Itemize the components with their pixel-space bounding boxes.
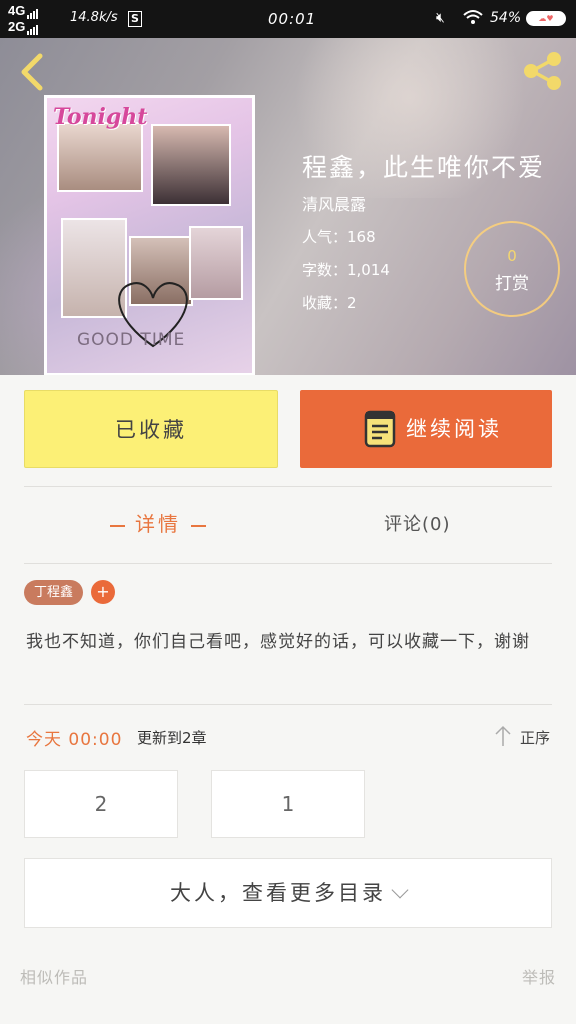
- report-button[interactable]: 举报: [522, 964, 556, 988]
- more-catalog-label: 大人，查看更多目录: [170, 881, 386, 905]
- book-cover[interactable]: Tonight GOOD TIME: [44, 95, 255, 375]
- network-speed: 14.8k/s: [70, 10, 118, 25]
- book-title: 程鑫，此生唯你不爱: [302, 153, 546, 182]
- divider: [24, 563, 552, 564]
- cover-photo: [151, 124, 231, 206]
- chevron-left-icon: [21, 53, 43, 91]
- status-bar: 4G 2G 14.8k/s S 00:01 🔇︎ 54% ☁︎♥︎: [0, 0, 576, 38]
- word-count-stat: 字数：1,014: [302, 261, 390, 279]
- tab-indicator: [110, 524, 125, 527]
- book-author[interactable]: 清风晨露: [302, 191, 366, 215]
- back-button[interactable]: [14, 52, 48, 92]
- tab-detail[interactable]: 详情: [100, 508, 216, 537]
- network-4g-label: 4G: [8, 3, 26, 18]
- continue-reading-button[interactable]: 继续阅读: [300, 390, 552, 468]
- tab-comments[interactable]: 评论(0): [384, 510, 451, 536]
- network-indicator: 4G 2G: [8, 3, 39, 35]
- tip-count: 0: [507, 247, 517, 265]
- battery-level: 54%: [490, 10, 522, 26]
- book-description: 我也不知道，你们自己看吧，感觉好的话，可以收藏一下，谢谢: [26, 632, 530, 652]
- add-tag-button[interactable]: +: [91, 580, 115, 604]
- clock: 00:01: [268, 10, 317, 28]
- divider: [24, 704, 552, 705]
- more-catalog-button[interactable]: 大人，查看更多目录: [24, 858, 552, 928]
- arrow-up-icon[interactable]: [494, 725, 512, 747]
- update-text: 更新到2章: [137, 729, 207, 747]
- book-header: Tonight GOOD TIME 程鑫，此生唯你不爱 清风晨露 人气：168 …: [0, 38, 576, 375]
- cloud-badge-icon: ☁︎♥︎: [526, 11, 566, 26]
- tab-indicator: [191, 524, 206, 527]
- chevron-down-icon: [391, 881, 409, 899]
- cover-bottom-text: GOOD TIME: [77, 330, 186, 350]
- collections-stat: 收藏：2: [302, 294, 357, 312]
- book-icon: [364, 410, 396, 448]
- divider: [24, 486, 552, 487]
- share-icon: [524, 52, 561, 90]
- tip-label: 打赏: [495, 274, 529, 294]
- s-badge-icon: S: [128, 11, 142, 27]
- similar-works-label: 相似作品: [20, 968, 89, 987]
- popularity-stat: 人气：168: [302, 228, 376, 246]
- collected-button[interactable]: 已收藏: [24, 390, 278, 468]
- cover-title: Tonight: [53, 104, 148, 130]
- network-2g-label: 2G: [8, 19, 26, 34]
- cover-photo: [57, 122, 143, 192]
- mute-icon: 🔇︎: [436, 10, 445, 26]
- chapter-button[interactable]: 1: [211, 770, 365, 838]
- chapter-button[interactable]: 2: [24, 770, 178, 838]
- sort-order-button[interactable]: 正序: [520, 727, 550, 748]
- wifi-icon: [462, 8, 484, 30]
- tip-button[interactable]: 0 打赏: [464, 221, 560, 317]
- signal-icon: [27, 19, 39, 35]
- tag-chip[interactable]: 丁程鑫: [24, 580, 84, 605]
- continue-reading-label: 继续阅读: [406, 417, 502, 441]
- update-time: 今天 00:00: [26, 730, 123, 750]
- signal-icon: [27, 3, 39, 19]
- share-button[interactable]: [520, 50, 566, 92]
- tab-detail-label: 详情: [135, 512, 181, 536]
